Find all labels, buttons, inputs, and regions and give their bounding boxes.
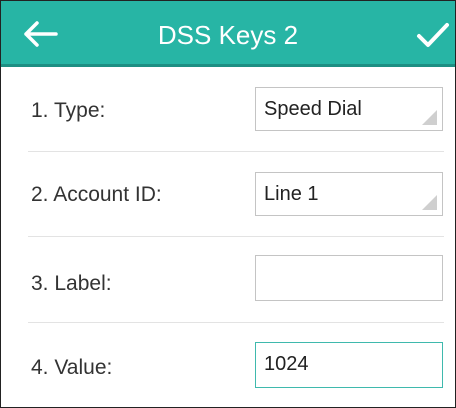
page-title: DSS Keys 2 <box>157 20 299 50</box>
title-bar: DSS Keys 2 <box>1 1 455 67</box>
label-field-label: 3. Label: <box>31 272 112 295</box>
account-id-label: 2. Account ID: <box>31 183 162 206</box>
account-id-row: 2. Account ID: Line 1 <box>1 152 455 236</box>
checkmark-icon[interactable] <box>416 21 450 49</box>
dropdown-corner-icon <box>422 110 437 125</box>
label-row: 3. Label: <box>1 237 455 321</box>
account-id-select[interactable]: Line 1 <box>255 172 443 216</box>
account-id-select-value: Line 1 <box>264 183 319 205</box>
value-field-label: 4. Value: <box>31 356 113 379</box>
label-input[interactable] <box>255 255 443 301</box>
dss-keys-screen: DSS Keys 2 1. Type: Speed Dial 2. Accoun… <box>0 0 456 408</box>
type-select-value: Speed Dial <box>264 98 362 120</box>
value-input[interactable]: 1024 <box>255 342 443 388</box>
type-select[interactable]: Speed Dial <box>255 87 443 131</box>
type-label: 1. Type: <box>31 99 106 122</box>
type-row: 1. Type: Speed Dial <box>1 67 455 151</box>
dropdown-corner-icon <box>422 195 437 210</box>
value-row: 4. Value: 1024 <box>1 323 455 407</box>
